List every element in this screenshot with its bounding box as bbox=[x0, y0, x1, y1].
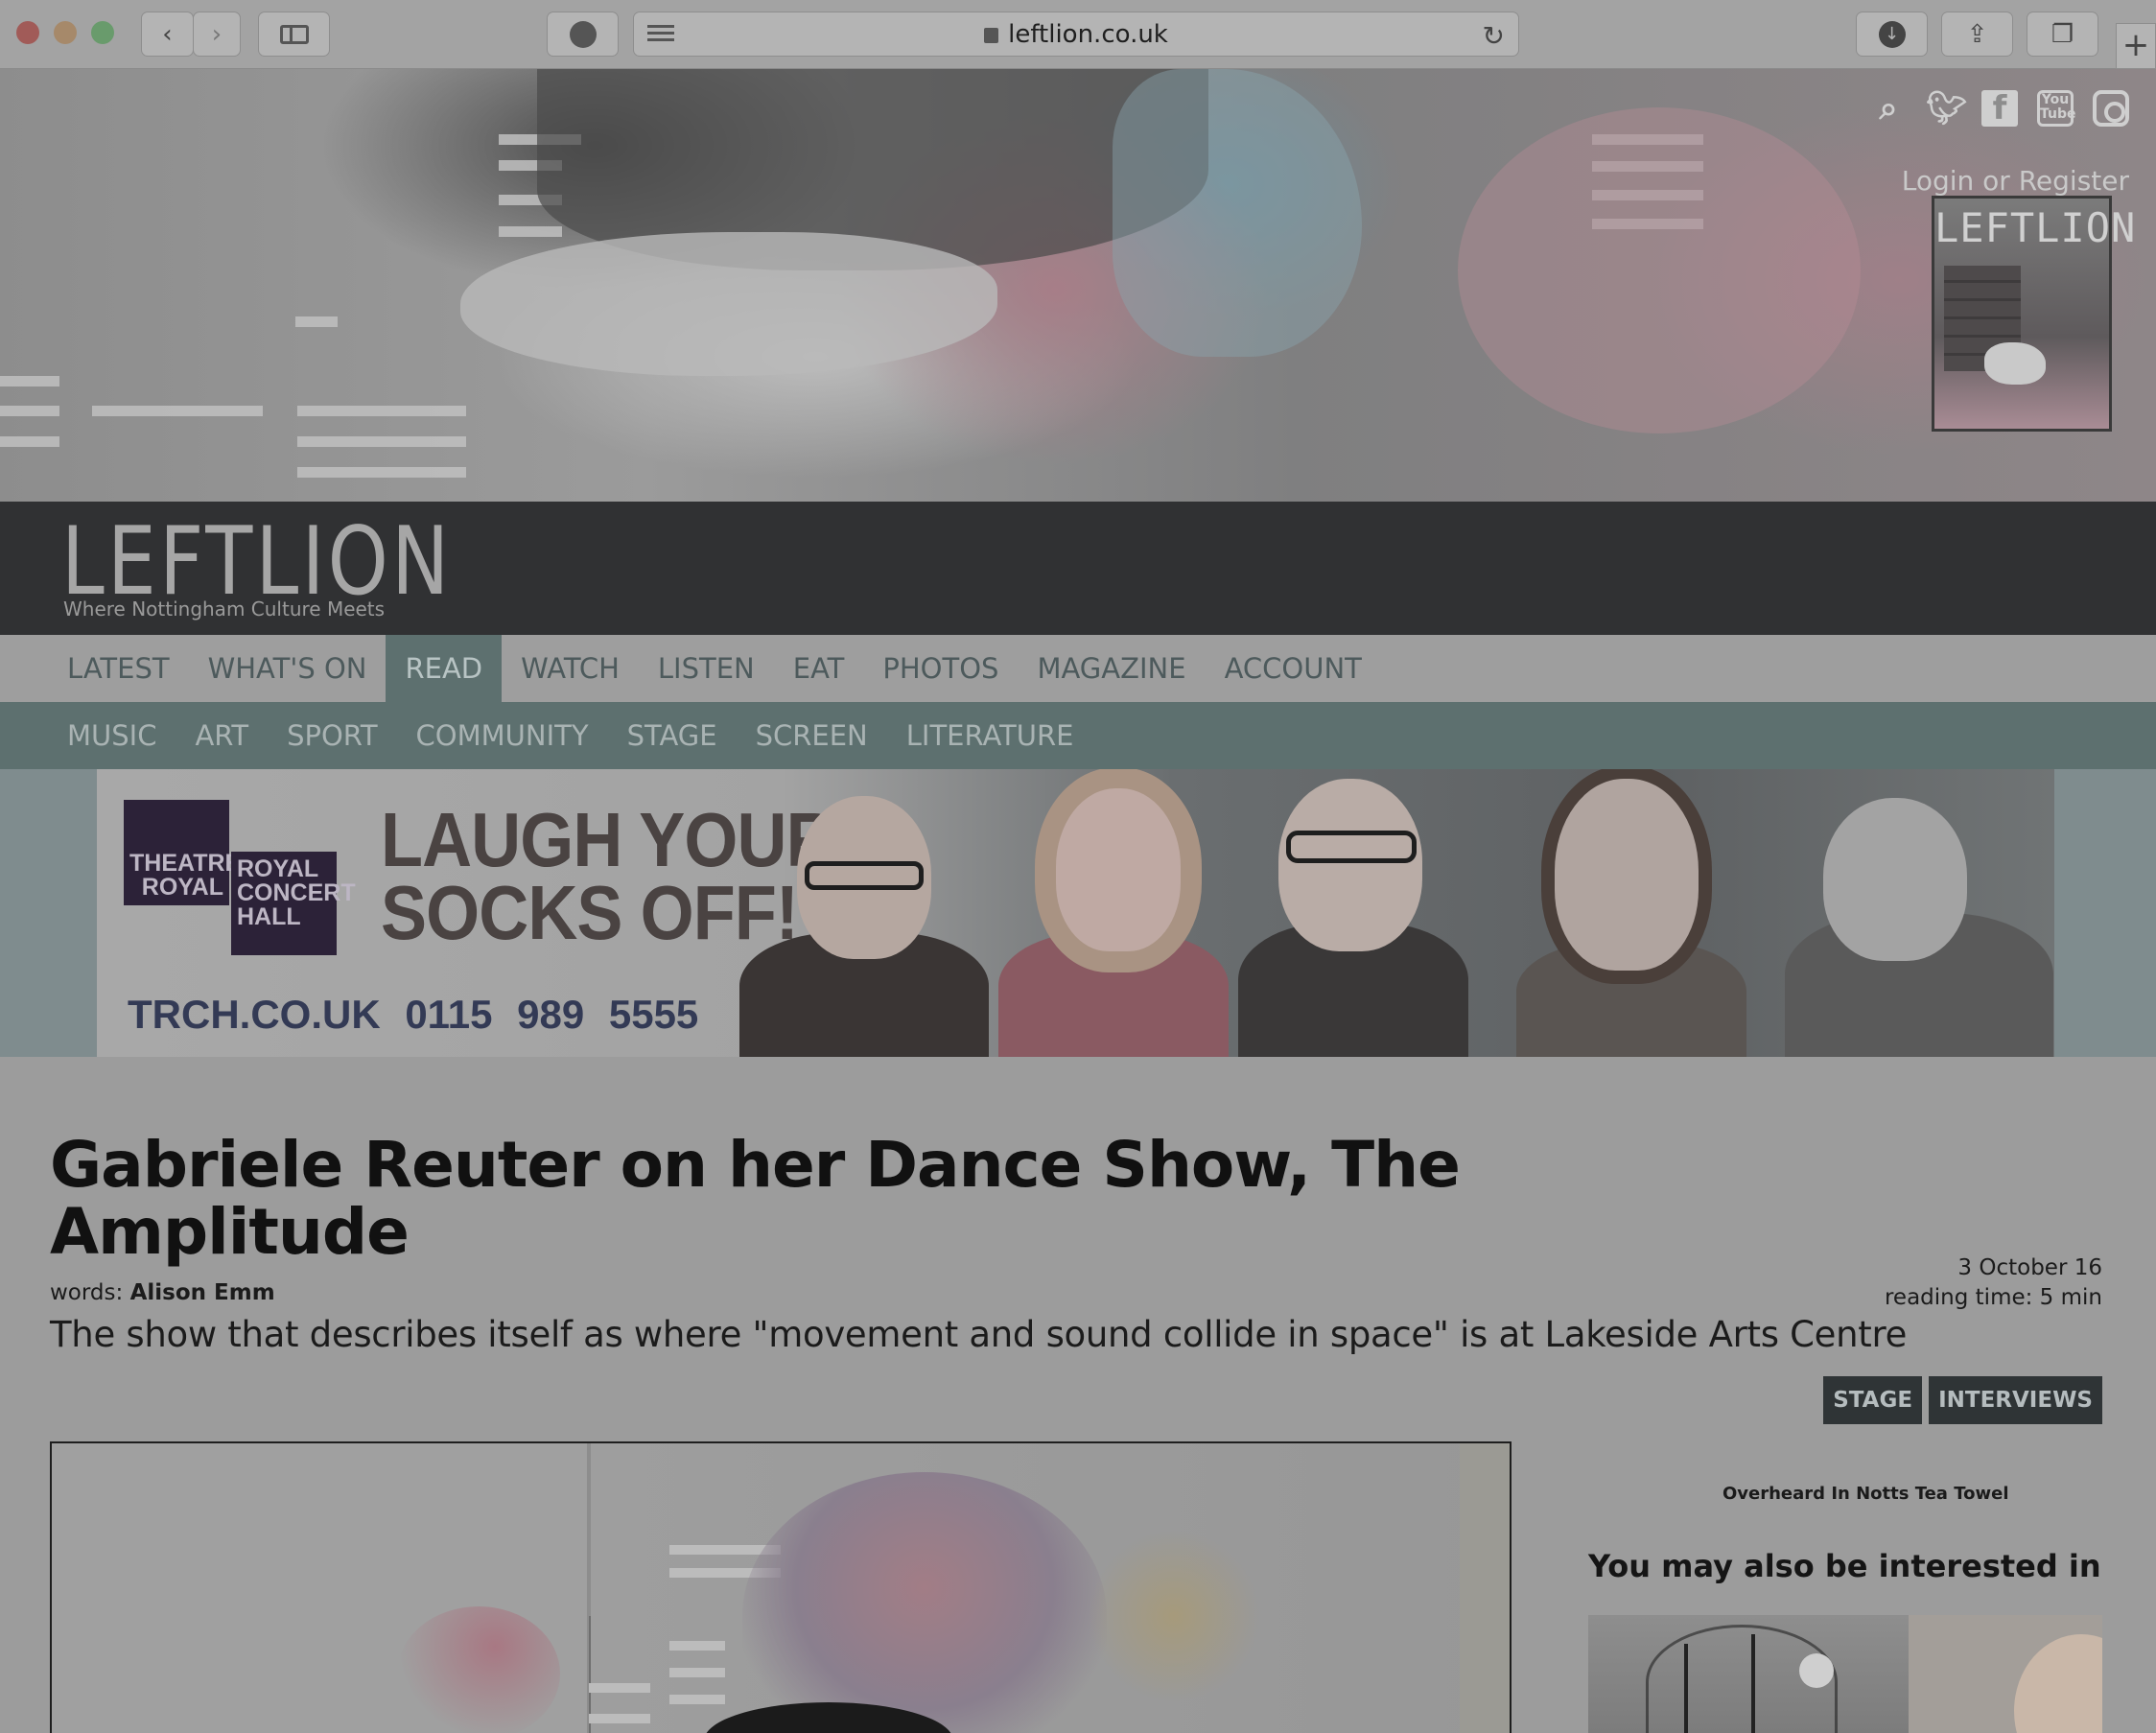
secondary-nav: MUSIC ART SPORT COMMUNITY STAGE SCREEN L… bbox=[0, 702, 2156, 769]
nav-account[interactable]: ACCOUNT bbox=[1206, 635, 1381, 702]
logo-left-line-1: THEATRE bbox=[129, 850, 242, 877]
subnav-screen[interactable]: SCREEN bbox=[737, 702, 887, 769]
browser-toolbar: ‹ › leftlion.co.uk ↻ ↓ ⇪ ❐ + bbox=[0, 0, 2156, 69]
privacy-report-button[interactable] bbox=[547, 12, 619, 57]
sidebar-toggle-button[interactable] bbox=[258, 12, 330, 57]
advert-website: TRCH.CO.UK bbox=[128, 992, 381, 1037]
advert-headline-line-1: LAUGH YOUR bbox=[381, 797, 836, 882]
nav-read[interactable]: READ bbox=[386, 635, 503, 702]
nav-whats-on[interactable]: WHAT'S ON bbox=[189, 635, 387, 702]
site-tagline: Where Nottingham Culture Meets bbox=[63, 597, 386, 621]
minimize-window-button[interactable] bbox=[54, 21, 77, 44]
advert-headline-line-2: SOCKS OFF! bbox=[381, 870, 799, 955]
article-byline: words: Alison Emm bbox=[50, 1280, 275, 1305]
nav-listen[interactable]: LISTEN bbox=[639, 635, 774, 702]
tag-interviews[interactable]: INTERVIEWS bbox=[1929, 1376, 2102, 1424]
article-standfirst: The show that describes itself as where … bbox=[50, 1314, 1908, 1355]
nav-photos[interactable]: PHOTOS bbox=[863, 635, 1018, 702]
advert-phone: 0115 989 5555 bbox=[405, 992, 699, 1037]
advert-contact: TRCH.CO.UK 0115 989 5555 bbox=[128, 992, 698, 1038]
new-tab-button[interactable]: + bbox=[2116, 23, 2156, 69]
share-button[interactable]: ⇪ bbox=[1941, 12, 2013, 57]
advert-banner[interactable]: THEATRE ROYAL ROYAL CONCERT HALL LAUGH Y… bbox=[97, 769, 2054, 1057]
magazine-cover-title: LEFTLION bbox=[1934, 204, 2137, 251]
article-meta: 3 October 16 reading time: 5 min bbox=[1885, 1253, 2102, 1313]
tabs-icon: ❐ bbox=[2051, 19, 2074, 49]
theatre-royal-logo: THEATRE ROYAL ROYAL CONCERT HALL bbox=[124, 800, 356, 955]
tag-stage[interactable]: STAGE bbox=[1823, 1376, 1923, 1424]
share-icon: ⇪ bbox=[1966, 19, 1988, 49]
search-icon[interactable]: ⌕ bbox=[1870, 90, 1907, 127]
chevron-left-icon: ‹ bbox=[162, 19, 173, 49]
related-article-thumbnail[interactable] bbox=[1909, 1615, 2102, 1733]
subnav-literature[interactable]: LITERATURE bbox=[887, 702, 1093, 769]
article-feature-image bbox=[50, 1441, 1512, 1733]
subnav-stage[interactable]: STAGE bbox=[608, 702, 737, 769]
close-window-button[interactable] bbox=[16, 21, 39, 44]
hero-banner-image: ⌕ 🐦︎ f You Tube Login or Register LEFTLIO… bbox=[0, 69, 2156, 502]
social-links: ⌕ 🐦︎ f You Tube bbox=[1870, 90, 2129, 127]
nav-eat[interactable]: EAT bbox=[774, 635, 864, 702]
advert-area: THEATRE ROYAL ROYAL CONCERT HALL LAUGH Y… bbox=[0, 769, 2156, 1057]
forward-button[interactable]: › bbox=[193, 12, 241, 57]
article-tags: STAGE INTERVIEWS bbox=[1823, 1376, 2102, 1424]
hand-icon bbox=[569, 20, 597, 48]
logo-right-line-3: HALL bbox=[237, 903, 301, 930]
subnav-music[interactable]: MUSIC bbox=[48, 702, 176, 769]
tea-towel-promo[interactable]: Overheard In Notts Tea Towel bbox=[1722, 1484, 2009, 1504]
facebook-icon[interactable]: f bbox=[1981, 90, 2018, 127]
zoom-window-button[interactable] bbox=[91, 21, 114, 44]
download-icon: ↓ bbox=[1878, 20, 1906, 48]
instagram-icon[interactable] bbox=[2093, 90, 2129, 127]
nav-magazine[interactable]: MAGAZINE bbox=[1018, 635, 1205, 702]
youtube-icon[interactable]: You Tube bbox=[2037, 90, 2076, 127]
nav-watch[interactable]: WATCH bbox=[502, 635, 639, 702]
chevron-right-icon: › bbox=[211, 19, 223, 49]
subnav-community[interactable]: COMMUNITY bbox=[397, 702, 608, 769]
downloads-button[interactable]: ↓ bbox=[1856, 12, 1928, 57]
related-article-thumbnail[interactable] bbox=[1588, 1615, 1909, 1733]
sidebar-icon bbox=[279, 24, 309, 44]
logo-right-line-2: CONCERT bbox=[237, 879, 356, 906]
twitter-icon[interactable]: 🐦︎ bbox=[1926, 90, 1967, 127]
logo-left-line-2: ROYAL bbox=[141, 874, 223, 901]
login-register-link[interactable]: Login or Register bbox=[1902, 165, 2129, 197]
primary-nav: LATEST WHAT'S ON READ WATCH LISTEN EAT P… bbox=[0, 635, 2156, 702]
article-reading-time: reading time: 5 min bbox=[1884, 1285, 2102, 1310]
related-heading: You may also be interested in bbox=[1588, 1548, 2101, 1584]
lock-icon bbox=[984, 28, 999, 43]
address-bar[interactable]: leftlion.co.uk ↻ bbox=[633, 12, 1519, 57]
byline-prefix: words: bbox=[50, 1280, 124, 1305]
back-button[interactable]: ‹ bbox=[141, 12, 194, 57]
url-text: leftlion.co.uk bbox=[1008, 20, 1168, 49]
site-header: LEFTLION Where Nottingham Culture Meets bbox=[0, 502, 2156, 635]
article-date: 3 October 16 bbox=[1957, 1255, 2102, 1280]
advert-headline: LAUGH YOUR SOCKS OFF! bbox=[381, 797, 836, 955]
reload-icon[interactable]: ↻ bbox=[1483, 20, 1505, 52]
tabs-overview-button[interactable]: ❐ bbox=[2027, 12, 2098, 57]
article-title: Gabriele Reuter on her Dance Show, The A… bbox=[50, 1128, 1461, 1269]
subnav-art[interactable]: ART bbox=[176, 702, 268, 769]
logo-right-line-1: ROYAL bbox=[237, 855, 319, 882]
subnav-sport[interactable]: SPORT bbox=[268, 702, 396, 769]
author-link[interactable]: Alison Emm bbox=[130, 1280, 275, 1305]
nav-latest[interactable]: LATEST bbox=[48, 635, 189, 702]
magazine-cover-thumbnail[interactable]: LEFTLION bbox=[1932, 196, 2137, 432]
